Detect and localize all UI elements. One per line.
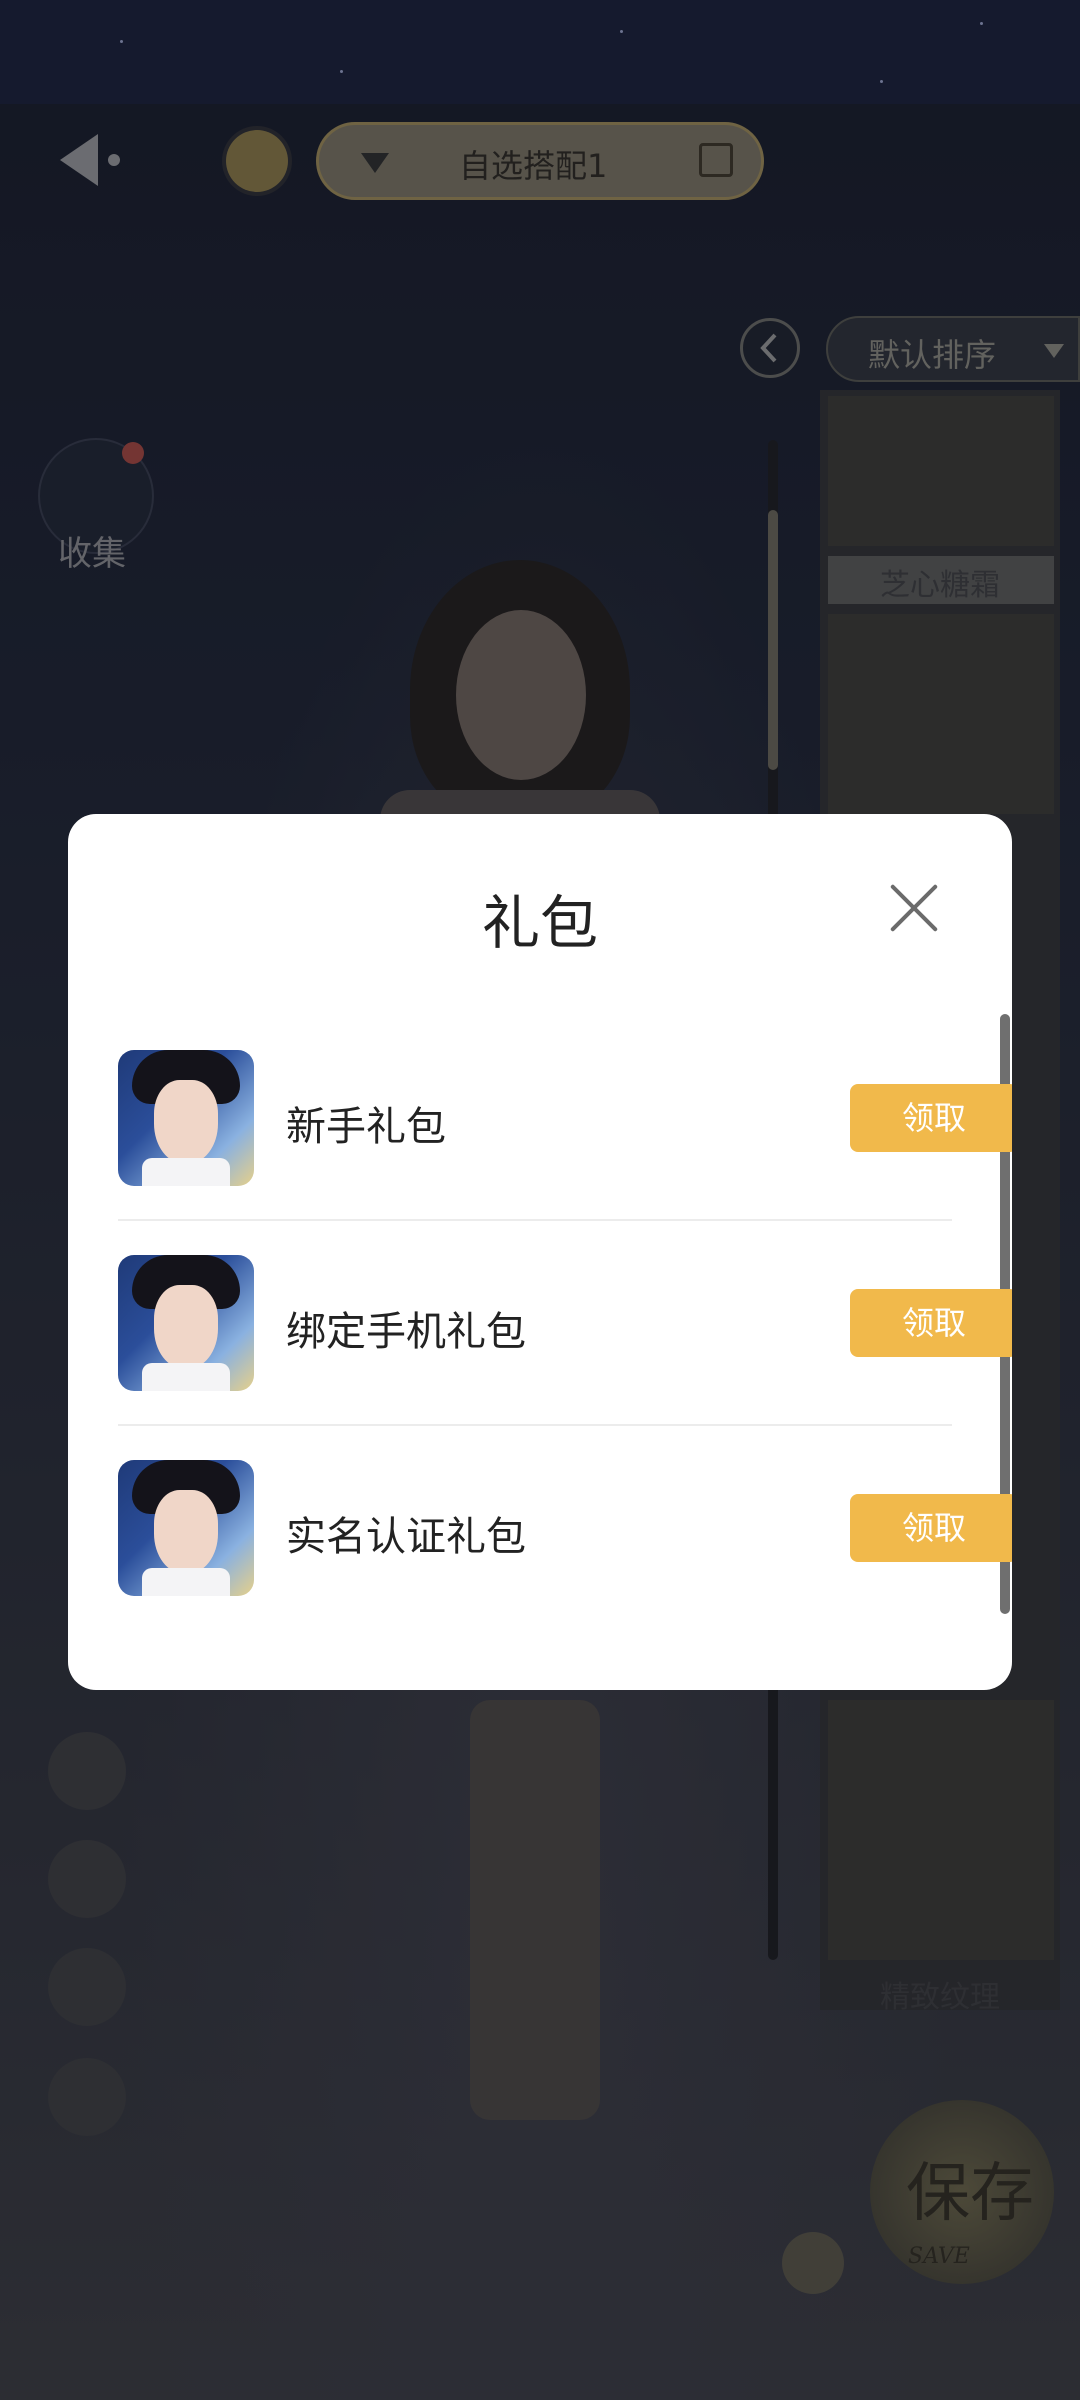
gift-row: 实名认证礼包 领取 — [118, 1424, 1012, 1628]
dialog-title: 礼包 — [481, 889, 598, 957]
avatar — [118, 1460, 254, 1596]
close-icon[interactable] — [890, 884, 938, 932]
status-bar-area — [0, 0, 1080, 104]
avatar — [118, 1050, 254, 1186]
gift-pack-dialog: 礼包 新手礼包 领取 绑定手机礼包 领取 实名认证礼包 领取 — [68, 814, 1012, 1690]
claim-button[interactable]: 领取 — [850, 1289, 1012, 1357]
claim-button[interactable]: 领取 — [850, 1084, 1012, 1152]
claim-button[interactable]: 领取 — [850, 1494, 1012, 1562]
gift-name: 新手礼包 — [286, 1104, 446, 1150]
gift-row: 新手礼包 领取 — [118, 1014, 1012, 1218]
gift-name: 实名认证礼包 — [286, 1514, 526, 1560]
gift-row: 绑定手机礼包 领取 — [118, 1219, 1012, 1423]
gift-name: 绑定手机礼包 — [286, 1309, 526, 1355]
avatar — [118, 1255, 254, 1391]
